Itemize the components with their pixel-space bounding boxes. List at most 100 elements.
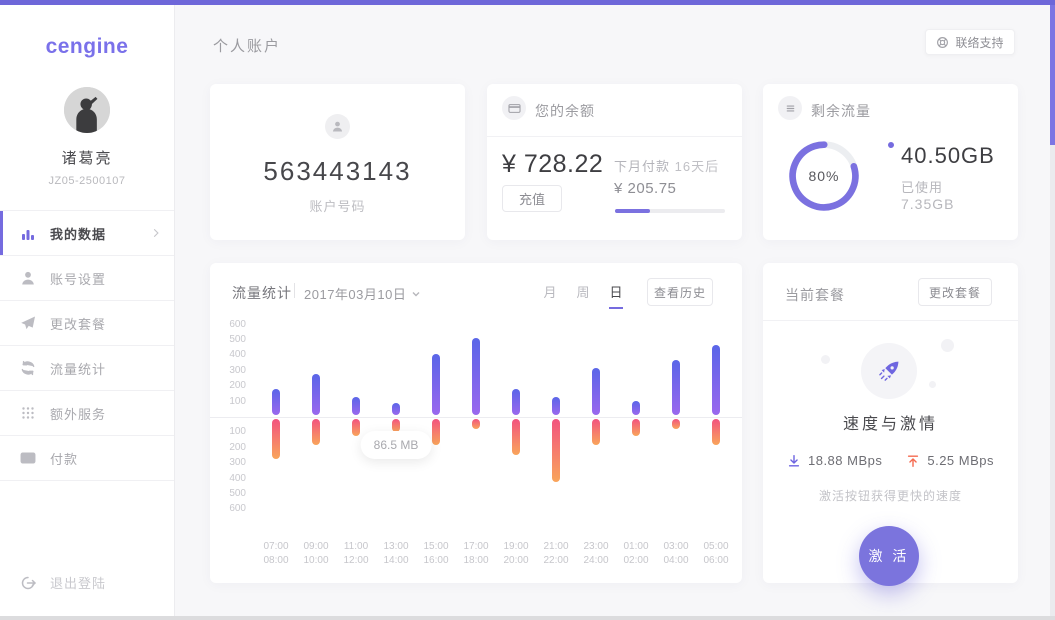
data-percent: 80% <box>786 138 862 214</box>
chart-bar-down-05:00[interactable] <box>712 419 720 445</box>
sidebar-item-credit-card[interactable]: 付款 <box>0 436 174 481</box>
sidebar-item-refresh[interactable]: 流量统计 <box>0 346 174 391</box>
page-title: 个人账户 <box>213 35 281 56</box>
decorative-dot <box>941 339 954 352</box>
credit-card-icon <box>502 96 526 120</box>
support-label: 联络支持 <box>955 34 1003 51</box>
bullet-dot <box>888 142 894 148</box>
decorative-dot <box>929 381 936 388</box>
chart-bar-up-09:00[interactable] <box>312 374 320 416</box>
chart-bar-down-19:00[interactable] <box>512 419 520 456</box>
logout-button[interactable]: 退出登陆 <box>0 573 106 592</box>
chart-bar-up-01:00[interactable] <box>632 401 640 416</box>
y-axis-tick: 500 <box>220 334 246 346</box>
recharge-button[interactable]: 充值 <box>502 185 562 212</box>
y-axis-tick: 400 <box>220 349 246 361</box>
account-number-label: 账户号码 <box>210 196 465 215</box>
chart-bar-up-17:00[interactable] <box>472 338 480 416</box>
chart-bar-up-19:00[interactable] <box>512 389 520 416</box>
sidebar-item-label: 付款 <box>50 449 78 468</box>
credit-card-icon <box>20 450 36 466</box>
activate-hint: 激活按钮获得更快的速度 <box>763 487 1018 504</box>
scrollbar-thumb[interactable] <box>1050 5 1055 145</box>
sidebar-item-grid[interactable]: 额外服务 <box>0 391 174 436</box>
chart-bar-down-01:00[interactable] <box>632 419 640 437</box>
chart-bar-down-15:00[interactable] <box>432 419 440 445</box>
sidebar-item-label: 流量统计 <box>50 359 106 378</box>
paper-plane-icon <box>20 315 36 331</box>
x-axis-label: 15:0016:00 <box>416 540 456 568</box>
sidebar-item-label: 我的数据 <box>50 224 106 243</box>
chart-bar-down-17:00[interactable] <box>472 419 480 430</box>
brand-logo[interactable]: cengine <box>0 35 174 59</box>
x-axis-label: 01:0002:00 <box>616 540 656 568</box>
chart-bar-up-11:00[interactable] <box>352 397 360 415</box>
upload-icon <box>906 454 920 468</box>
x-axis-label: 05:0006:00 <box>696 540 736 568</box>
sidebar-item-user[interactable]: 账号设置 <box>0 256 174 301</box>
bar-chart-icon <box>20 225 36 241</box>
user-icon <box>20 270 36 286</box>
divider <box>763 320 1018 321</box>
remaining-data-title: 剩余流量 <box>811 101 871 121</box>
chart-bar-down-23:00[interactable] <box>592 419 600 445</box>
chart-bar-up-23:00[interactable] <box>592 368 600 416</box>
data-remaining: 40.50GB <box>901 143 995 169</box>
x-axis-label: 09:0010:00 <box>296 540 336 568</box>
x-axis-label: 03:0004:00 <box>656 540 696 568</box>
chart-tooltip: 86.5 MB <box>361 431 432 459</box>
user-avatar <box>64 87 110 133</box>
scrollbar-track[interactable] <box>1050 5 1055 616</box>
chart-bar-up-07:00[interactable] <box>272 389 280 415</box>
x-axis-label: 07:0008:00 <box>256 540 296 568</box>
sidebar: cengine 诸葛亮 JZ05-2500107 我的数据账号设置更改套餐流量统… <box>0 5 175 616</box>
support-button[interactable]: 联络支持 <box>925 29 1015 55</box>
grid-icon <box>20 405 36 421</box>
chart-bar-up-03:00[interactable] <box>672 360 680 415</box>
activate-button[interactable]: 激 活 <box>859 526 919 586</box>
y-axis-tick: 100 <box>220 426 246 438</box>
sidebar-item-paper-plane[interactable]: 更改套餐 <box>0 301 174 346</box>
x-axis-label: 17:0018:00 <box>456 540 496 568</box>
bar-chart: 60060050050040040030030020020010010007:0… <box>210 263 742 583</box>
chart-bar-down-03:00[interactable] <box>672 419 680 430</box>
chart-bar-up-13:00[interactable] <box>392 403 400 415</box>
person-icon <box>325 114 350 139</box>
next-payment-due: 16天后 <box>675 159 719 174</box>
refresh-icon <box>20 360 36 376</box>
sidebar-menu: 我的数据账号设置更改套餐流量统计额外服务付款 <box>0 210 174 481</box>
logout-icon <box>20 575 36 591</box>
decorative-dot <box>821 355 830 364</box>
y-axis-tick: 200 <box>220 442 246 454</box>
y-axis-tick: 400 <box>220 473 246 485</box>
change-plan-button[interactable]: 更改套餐 <box>918 278 992 306</box>
y-axis-tick: 600 <box>220 319 246 331</box>
dashboard-page: cengine 诸葛亮 JZ05-2500107 我的数据账号设置更改套餐流量统… <box>0 0 1055 620</box>
divider <box>487 136 742 137</box>
chart-bar-up-21:00[interactable] <box>552 397 560 415</box>
plan-speeds: 18.88 MBps 5.25 MBps <box>763 453 1018 468</box>
traffic-chart-card: 流量统计 2017年03月10日 月周日 查看历史 60060050050040… <box>210 263 742 583</box>
chart-bar-down-11:00[interactable] <box>352 419 360 437</box>
download-icon <box>787 454 801 468</box>
chart-bar-down-13:00[interactable] <box>392 419 400 432</box>
x-axis-label: 19:0020:00 <box>496 540 536 568</box>
user-name: 诸葛亮 <box>0 147 174 168</box>
y-axis-tick: 600 <box>220 503 246 515</box>
chart-bar-down-07:00[interactable] <box>272 419 280 459</box>
logout-label: 退出登陆 <box>50 573 106 592</box>
balance-card: 您的余额 ¥ 728.22 充值 下月付款 16天后 ¥ 205.75 <box>487 84 742 240</box>
chart-bar-down-09:00[interactable] <box>312 419 320 445</box>
balance-amount: ¥ 728.22 <box>502 150 603 179</box>
chart-bar-up-05:00[interactable] <box>712 345 720 416</box>
y-axis-tick: 100 <box>220 396 246 408</box>
balance-title: 您的余额 <box>535 101 595 121</box>
next-payment-amount: ¥ 205.75 <box>614 180 676 197</box>
rocket-icon <box>876 358 902 384</box>
x-axis-label: 13:0014:00 <box>376 540 416 568</box>
chart-bar-up-15:00[interactable] <box>432 354 440 416</box>
list-icon <box>778 96 802 120</box>
chart-bar-down-21:00[interactable] <box>552 419 560 482</box>
sidebar-item-bar-chart[interactable]: 我的数据 <box>0 211 174 256</box>
chevron-right-icon <box>150 227 162 239</box>
